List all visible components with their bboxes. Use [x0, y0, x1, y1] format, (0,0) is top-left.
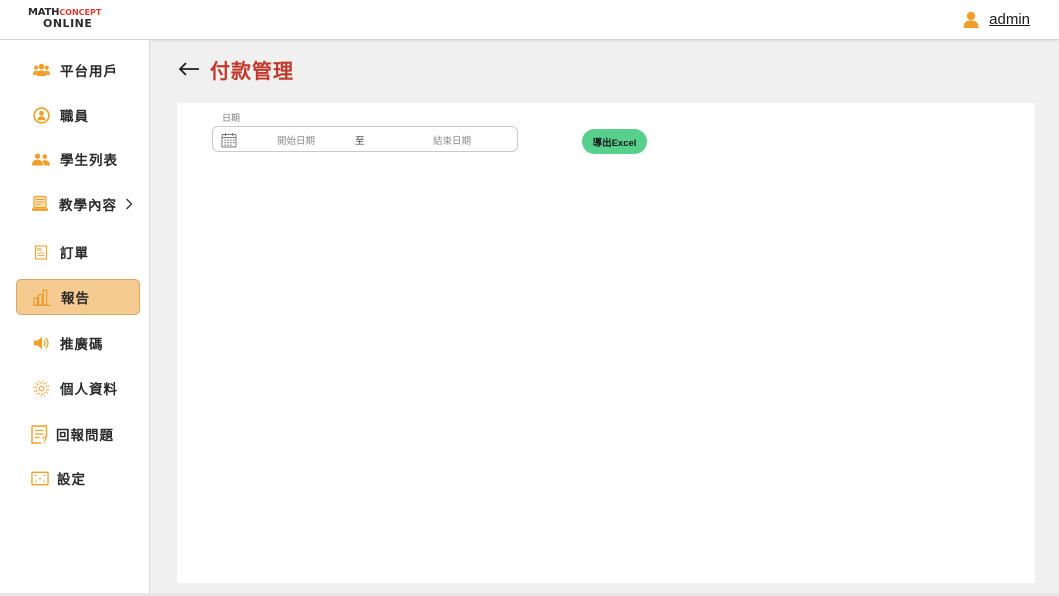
logo-text-concept: Concept: [59, 8, 102, 17]
sidebar-item-orders[interactable]: 訂單: [16, 234, 140, 270]
date-filter-label: 日期: [222, 114, 241, 124]
app-window: MathConcept ONLINE admin: [0, 0, 1059, 596]
sidebar-item-label: 回報問題: [56, 428, 114, 444]
sidebar-item-teaching-content[interactable]: 教學內容: [16, 186, 140, 222]
sidebar-item-label: 教學內容: [59, 198, 117, 214]
sidebar-item-label: 個人資料: [60, 382, 118, 398]
content-card: 日期 開始日期 至 結束日期 導出Excel: [177, 103, 1035, 583]
back-arrow-icon[interactable]: [178, 62, 200, 76]
sidebar-item-label: 推廣碼: [60, 337, 104, 353]
gear-icon: [32, 379, 50, 397]
settings-frame-icon: [31, 469, 49, 487]
sidebar-item-platform-users[interactable]: 平台用戶: [16, 52, 140, 88]
date-range-separator: 至: [355, 136, 365, 147]
sidebar-item-report-issue[interactable]: 回報問題: [16, 416, 140, 452]
top-header: MathConcept ONLINE admin: [0, 0, 1059, 40]
sidebar-item-settings[interactable]: 設定: [16, 460, 140, 496]
sidebar-item-label: 報告: [61, 291, 90, 307]
app-logo[interactable]: MathConcept ONLINE: [28, 7, 108, 33]
sidebar: 平台用戶 職員 學生列表 教學內容 訂單 報告 推廣碼 個人資料 回報問題 設定: [0, 40, 150, 593]
chevron-right-icon: [126, 198, 133, 210]
start-date-input[interactable]: 開始日期: [277, 133, 315, 147]
export-excel-button[interactable]: 導出Excel: [582, 129, 647, 154]
report-document-icon: [30, 424, 48, 444]
user-menu[interactable]: admin: [963, 8, 1030, 30]
bar-chart-icon: [33, 288, 51, 306]
sidebar-item-label: 訂單: [60, 246, 89, 262]
sidebar-item-reports[interactable]: 報告: [16, 279, 140, 315]
date-range-picker[interactable]: 開始日期 至 結束日期: [212, 126, 518, 152]
calendar-icon: [221, 133, 237, 148]
students-icon: [32, 150, 50, 168]
user-name-link[interactable]: admin: [989, 11, 1030, 28]
staff-avatar-icon: [32, 106, 50, 124]
sidebar-item-label: 職員: [60, 109, 89, 125]
order-receipt-icon: [32, 243, 50, 261]
page-header: 付款管理: [178, 54, 294, 84]
page-title: 付款管理: [210, 58, 294, 83]
user-icon: [963, 11, 979, 28]
logo-text-online: ONLINE: [43, 17, 93, 30]
sidebar-item-promo-code[interactable]: 推廣碼: [16, 325, 140, 361]
sidebar-item-profile[interactable]: 個人資料: [16, 370, 140, 406]
sidebar-item-label: 學生列表: [60, 153, 118, 169]
megaphone-icon: [32, 334, 50, 352]
teaching-monitor-icon: [31, 195, 49, 213]
sidebar-item-students[interactable]: 學生列表: [16, 141, 140, 177]
users-group-icon: [32, 61, 50, 79]
sidebar-item-staff[interactable]: 職員: [16, 97, 140, 133]
sidebar-item-label: 平台用戶: [60, 64, 118, 80]
sidebar-item-label: 設定: [57, 472, 86, 488]
end-date-input[interactable]: 結束日期: [433, 133, 471, 147]
